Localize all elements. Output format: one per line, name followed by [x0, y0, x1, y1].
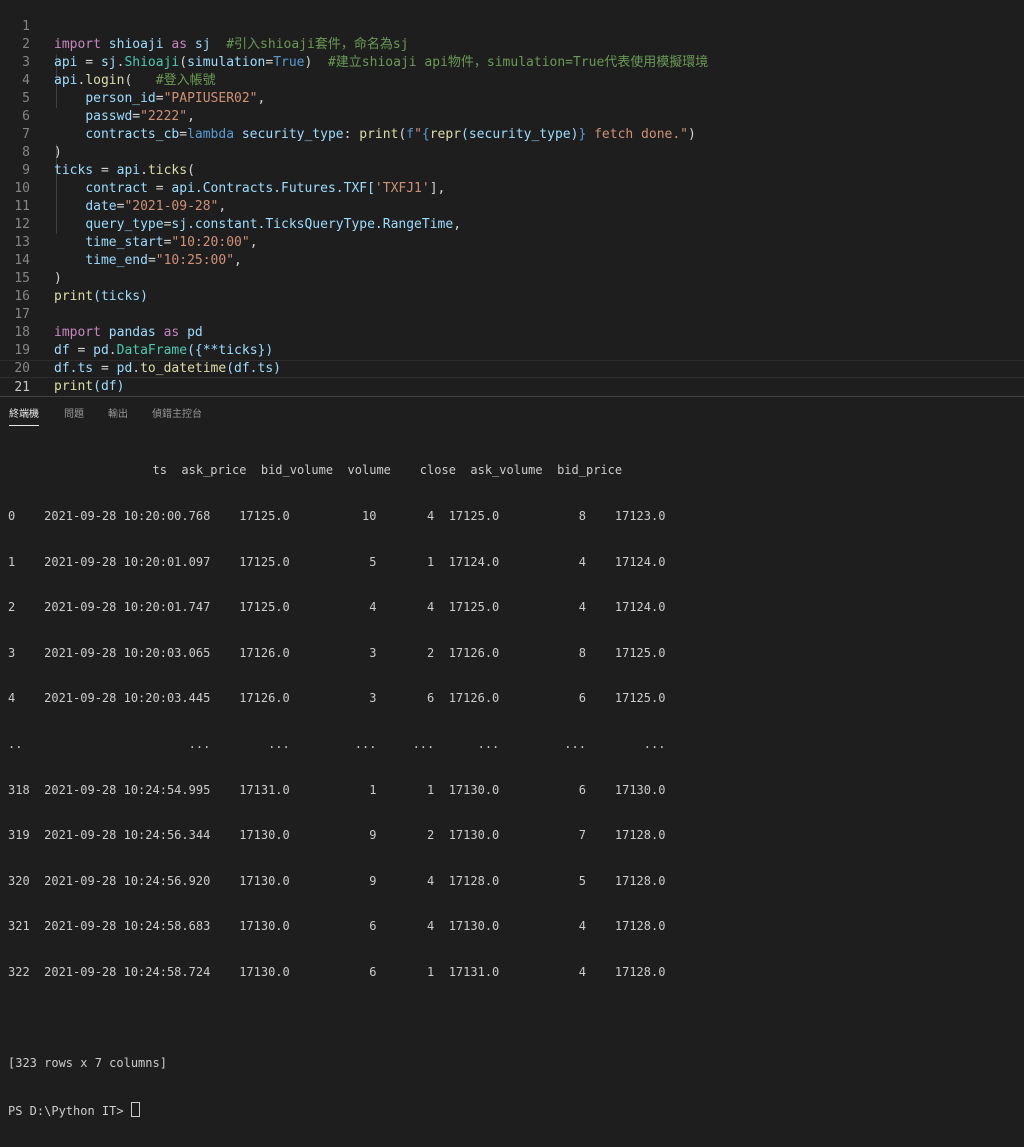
table-row: 2 2021-09-28 10:20:01.747 17125.0 4 4 17…	[8, 600, 666, 615]
code-line[interactable]: 6 contracts_cb=lambda security_type: pri…	[0, 90, 1024, 142]
prompt-line[interactable]: PS D:\Python IT>	[8, 1101, 665, 1118]
current-line[interactable]: 21	[0, 360, 1024, 395]
table-row: 3 2021-09-28 10:20:03.065 17126.0 3 2 17…	[8, 645, 666, 660]
code-line[interactable]: 8 ticks = api.ticks(	[0, 126, 1024, 178]
code-line[interactable]: 18 df = pd.DataFrame({**ticks})	[0, 306, 1024, 358]
code-line[interactable]: 11 query_type=sj.constant.TicksQueryType…	[0, 180, 1024, 232]
table-row: 320 2021-09-28 10:24:56.920 17130.0 9 4 …	[8, 873, 666, 888]
table-row: 322 2021-09-28 10:24:58.724 17130.0 6 1 …	[8, 964, 666, 979]
code-line[interactable]: 3 api.login( #登入帳號	[0, 36, 1024, 88]
terminal-prompt: PS D:\Python IT>	[8, 1103, 131, 1118]
code-line[interactable]: 22	[0, 378, 1024, 396]
code-line[interactable]: 2 api = sj.Shioaji(simulation=True) #建立s…	[0, 18, 1024, 70]
cursor-icon	[130, 1101, 140, 1117]
tab-problems[interactable]: 問題	[64, 405, 84, 425]
tab-debug-console[interactable]: 偵錯主控台	[152, 405, 202, 425]
code-line[interactable]: 9 contract = api.Contracts.Futures.TXF['…	[0, 144, 1024, 196]
code-line[interactable]: 15 print(ticks)	[0, 252, 1024, 304]
code-line[interactable]: 13 time_end="10:25:00",	[0, 216, 1024, 268]
tab-output[interactable]: 輸出	[108, 405, 128, 425]
table-summary: [323 rows x 7 columns]	[8, 1056, 167, 1071]
code-line[interactable]: 20 print(df)	[0, 342, 1024, 394]
panel-tabs: 終端機 問題 輸出 偵錯主控台	[0, 397, 1024, 429]
code-line[interactable]: 1 import shioaji as sj #引入shioaji套件，命名為s…	[0, 0, 1024, 52]
table-row: .. ... ... ... ... ... ... ...	[8, 736, 666, 751]
table-row: 319 2021-09-28 10:24:56.344 17130.0 9 2 …	[8, 828, 666, 843]
code-line[interactable]: 17 import pandas as pd	[0, 288, 1024, 340]
terminal-output[interactable]: ts ask_price bid_volume volume close ask…	[8, 433, 665, 1147]
table-row: 1 2021-09-28 10:20:01.097 17125.0 5 1 17…	[8, 554, 666, 569]
code-line[interactable]: 10 date="2021-09-28",	[0, 162, 1024, 214]
code-line[interactable]: 16	[0, 270, 1024, 304]
code-line[interactable]: 7 )	[0, 108, 1024, 160]
table-header: ts ask_price bid_volume volume close ask…	[8, 463, 623, 478]
table-row: 321 2021-09-28 10:24:58.683 17130.0 6 4 …	[8, 919, 666, 934]
bottom-panel: 終端機 問題 輸出 偵錯主控台 ts ask_price bid_volume …	[0, 396, 1024, 1118]
code-line[interactable]: 14 )	[0, 234, 1024, 286]
table-row: 4 2021-09-28 10:20:03.445 17126.0 3 6 17…	[8, 691, 666, 706]
table-row: 0 2021-09-28 10:20:00.768 17125.0 10 4 1…	[8, 509, 666, 523]
code-line[interactable]: 5 passwd="2222",	[0, 72, 1024, 124]
code-line[interactable]: 4 person_id="PAPIUSER02",	[0, 54, 1024, 106]
table-row: 318 2021-09-28 10:24:54.995 17131.0 1 1 …	[8, 782, 666, 797]
code-line[interactable]: 19 df.ts = pd.to_datetime(df.ts)	[0, 324, 1024, 376]
code-editor[interactable]: 1 import shioaji as sj #引入shioaji套件，命名為s…	[0, 0, 1024, 396]
tab-terminal[interactable]: 終端機	[9, 405, 39, 426]
code-line[interactable]: 12 time_start="10:20:00",	[0, 198, 1024, 250]
